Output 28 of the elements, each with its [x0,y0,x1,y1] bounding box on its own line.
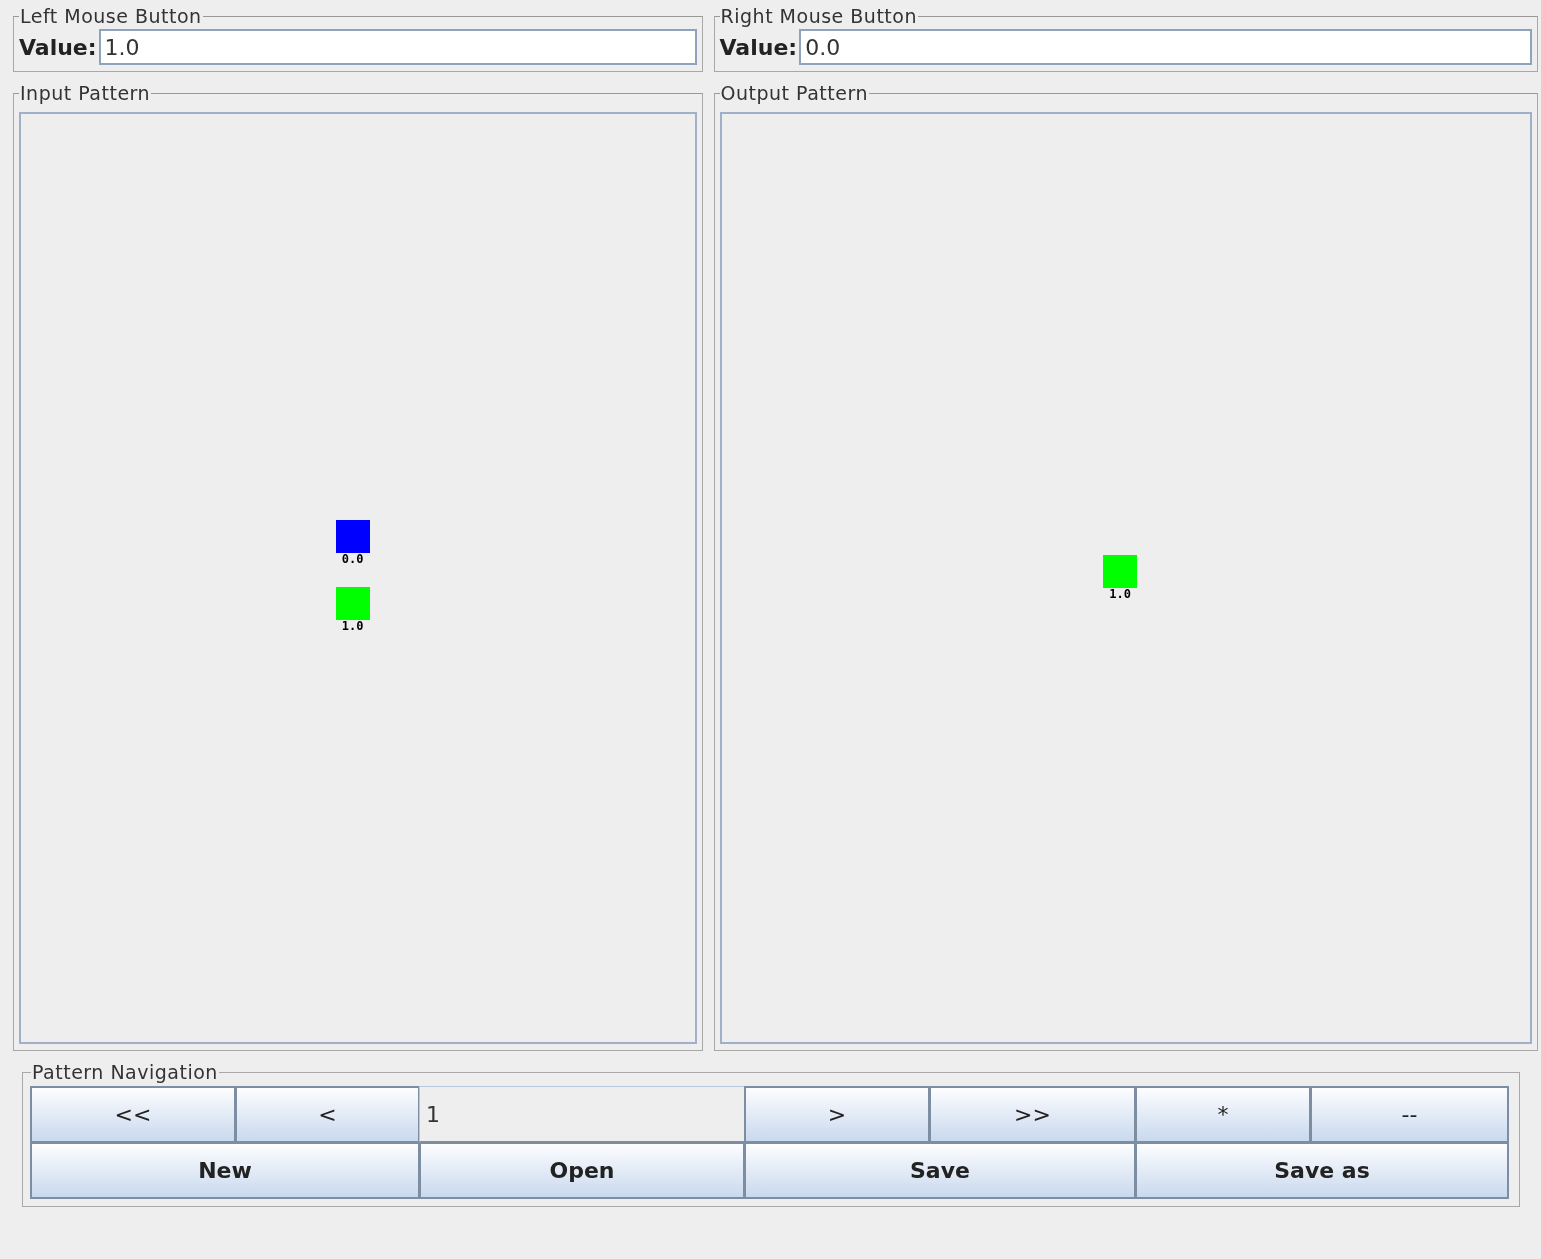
file-button[interactable]: Save as [1135,1142,1509,1199]
group-title: Output Pattern [719,82,869,104]
file-button[interactable]: New [30,1142,420,1199]
nav-button[interactable]: > [744,1086,930,1143]
node-square[interactable] [335,520,370,554]
nav-button[interactable]: -- [1310,1086,1509,1143]
value-label: Value: [19,34,97,60]
nav-button[interactable]: << [30,1086,236,1143]
group-title: Pattern Navigation [31,1061,219,1083]
value-label: Value: [719,34,798,60]
nav-button[interactable]: * [1135,1086,1311,1143]
node-square[interactable] [335,587,370,621]
group-title: Left Mouse Button [19,5,203,27]
pattern-canvas[interactable]: 1.0 [719,112,1532,1044]
file-button[interactable]: Save [744,1142,1136,1199]
node-square[interactable] [1103,554,1138,588]
value-field[interactable]: 0.0 [799,29,1532,65]
nav-button[interactable]: < [235,1086,420,1143]
nav-button[interactable]: >> [929,1086,1136,1143]
group-title: Right Mouse Button [719,5,918,27]
pattern-canvas[interactable]: 0.0 1.0 [19,112,697,1044]
file-button[interactable]: Open [419,1142,745,1199]
node-value: 1.0 [1109,587,1131,600]
value-field[interactable]: 1.0 [98,29,697,65]
group-title: Input Pattern [19,82,152,104]
node-value: 1.0 [341,620,364,633]
pattern-index-field[interactable]: 1 [419,1086,745,1143]
node-value: 0.0 [341,553,364,566]
